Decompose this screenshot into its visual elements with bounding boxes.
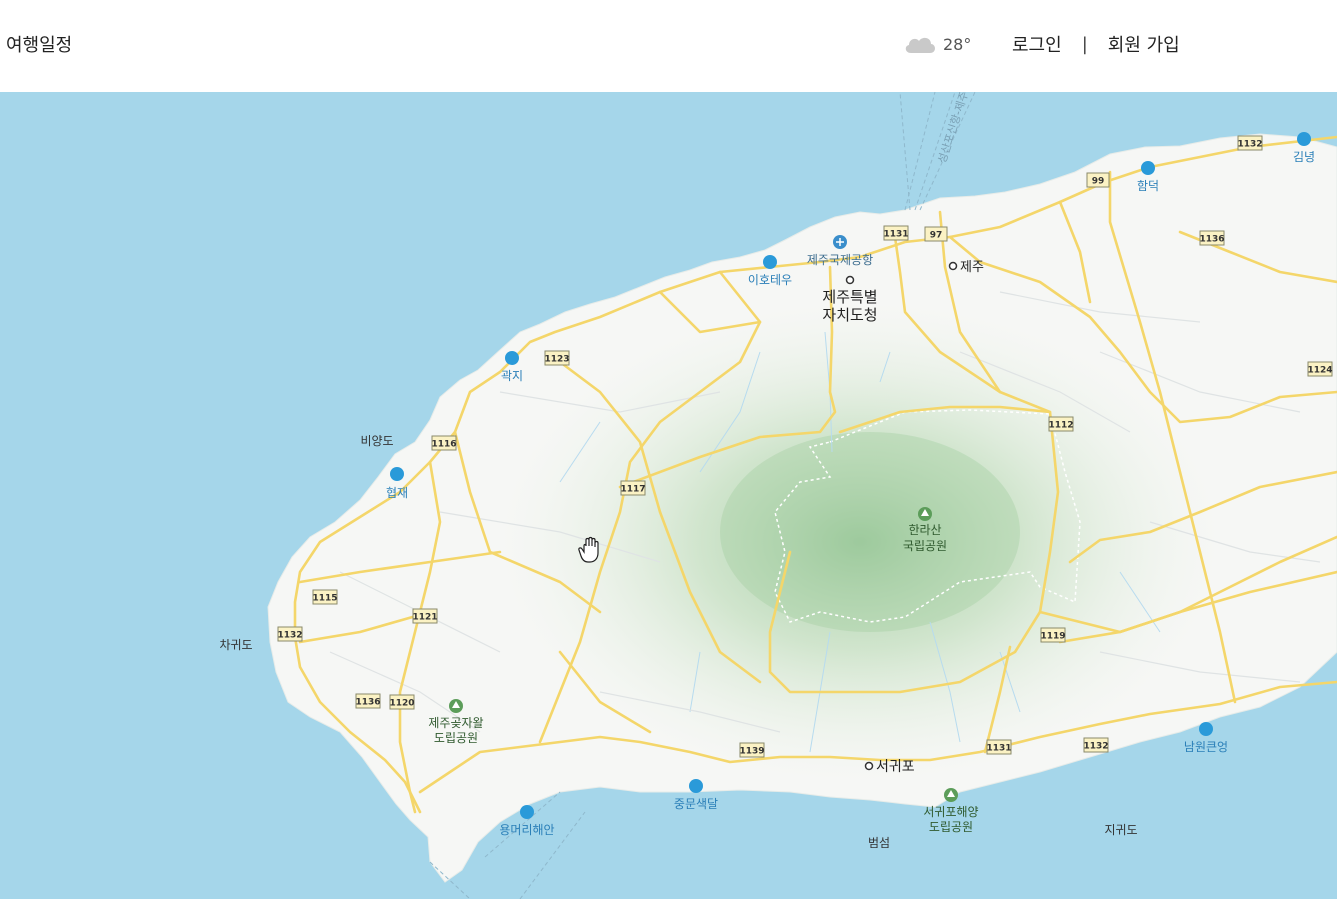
poi-jigwido[interactable]: 지귀도: [1104, 823, 1137, 837]
svg-text:남원큰엉: 남원큰엉: [1184, 740, 1228, 754]
beach-icon: [390, 467, 404, 481]
beach-icon: [505, 351, 519, 365]
svg-text:제주특별: 제주특별: [822, 288, 877, 306]
road-shield-1132-ne: 1132: [1237, 135, 1263, 151]
map-svg: 1131 97 99 1132 1136 1124 1123 1116 1117…: [0, 92, 1337, 899]
poi-beomseom[interactable]: 범섬: [868, 836, 890, 850]
road-shield-1132-s: 1132: [1083, 737, 1109, 753]
road-shield-1136-ne: 1136: [1199, 230, 1225, 246]
road-shield-1121: 1121: [412, 608, 438, 624]
svg-text:차귀도: 차귀도: [219, 638, 252, 652]
svg-text:제주곶자왈: 제주곶자왈: [428, 716, 483, 730]
svg-text:자치도청: 자치도청: [822, 306, 877, 324]
road-shield-97: 97: [924, 226, 948, 242]
poi-chagwido[interactable]: 차귀도: [219, 638, 252, 652]
auth-links: 로그인 | 회원 가입: [1012, 31, 1180, 57]
road-shield-1115: 1115: [312, 589, 338, 605]
svg-text:1131: 1131: [883, 230, 908, 240]
road-shield-1136-sw: 1136: [355, 693, 381, 709]
svg-text:97: 97: [930, 231, 943, 241]
dot-icon: [948, 261, 958, 271]
dot-icon: [864, 761, 874, 771]
svg-text:1139: 1139: [739, 747, 764, 757]
cloud-icon: [905, 37, 935, 53]
brand-title[interactable]: 여행일정: [6, 31, 72, 57]
road-shield-1139: 1139: [739, 742, 765, 758]
beach-icon: [689, 779, 703, 793]
dot-icon: [845, 275, 855, 285]
svg-text:국립공원: 국립공원: [903, 539, 947, 553]
svg-text:비양도: 비양도: [360, 434, 393, 448]
svg-text:용머리해안: 용머리해안: [499, 823, 554, 837]
svg-text:이호테우: 이호테우: [748, 273, 792, 287]
weather-widget: 28°: [903, 30, 971, 58]
svg-text:협재: 협재: [386, 486, 408, 500]
svg-text:한라산: 한라산: [908, 523, 941, 537]
beach-icon: [1141, 161, 1155, 175]
poi-biyangdo[interactable]: 비양도: [360, 434, 393, 448]
road-shield-1112: 1112: [1048, 416, 1074, 432]
svg-text:1112: 1112: [1048, 421, 1073, 431]
svg-text:1136: 1136: [355, 698, 380, 708]
svg-text:중문색달: 중문색달: [674, 797, 718, 811]
svg-text:함덕: 함덕: [1137, 179, 1159, 193]
svg-text:1117: 1117: [620, 485, 645, 495]
road-shield-1116: 1116: [431, 435, 457, 451]
svg-text:도립공원: 도립공원: [434, 731, 478, 745]
map-canvas[interactable]: 1131 97 99 1132 1136 1124 1123 1116 1117…: [0, 92, 1337, 899]
svg-text:서귀포: 서귀포: [876, 759, 915, 775]
svg-text:김녕: 김녕: [1293, 150, 1315, 164]
road-shield-1119: 1119: [1040, 627, 1066, 643]
svg-text:1123: 1123: [544, 355, 569, 365]
svg-text:99: 99: [1092, 177, 1105, 187]
login-link[interactable]: 로그인: [1012, 31, 1062, 57]
svg-text:1116: 1116: [431, 440, 456, 450]
road-shield-1132-w: 1132: [277, 626, 303, 642]
svg-text:제주: 제주: [960, 260, 984, 275]
svg-text:제주국제공항: 제주국제공항: [807, 253, 873, 267]
svg-text:1132: 1132: [1083, 742, 1108, 752]
svg-text:1132: 1132: [1237, 140, 1262, 150]
svg-text:1124: 1124: [1307, 366, 1332, 376]
svg-text:지귀도: 지귀도: [1104, 823, 1137, 837]
auth-separator: |: [1081, 33, 1088, 55]
svg-text:1115: 1115: [312, 594, 337, 604]
road-shield-1131-s: 1131: [986, 739, 1012, 755]
hallasan-core: [720, 432, 1020, 632]
svg-text:1131: 1131: [986, 744, 1011, 754]
road-shield-1117: 1117: [620, 480, 646, 496]
road-shield-1120: 1120: [389, 694, 415, 710]
svg-text:범섬: 범섬: [868, 836, 890, 850]
svg-text:도립공원: 도립공원: [929, 820, 973, 834]
svg-text:1119: 1119: [1040, 632, 1065, 642]
beach-icon: [1199, 722, 1213, 736]
beach-icon: [1297, 132, 1311, 146]
svg-text:1132: 1132: [277, 631, 302, 641]
road-shield-99: 99: [1086, 172, 1110, 188]
road-shield-1131: 1131: [883, 225, 909, 241]
top-header: 여행일정 28° 로그인 | 회원 가입: [0, 0, 1337, 92]
svg-text:곽지: 곽지: [501, 369, 523, 383]
svg-text:1121: 1121: [412, 613, 437, 623]
svg-text:1120: 1120: [389, 699, 414, 709]
road-shield-1123: 1123: [544, 350, 570, 366]
beach-icon: [763, 255, 777, 269]
svg-text:1136: 1136: [1199, 235, 1224, 245]
road-shield-1124: 1124: [1307, 361, 1333, 377]
weather-temp: 28°: [943, 34, 972, 54]
signup-link[interactable]: 회원 가입: [1108, 31, 1180, 57]
svg-text:서귀포해양: 서귀포해양: [923, 805, 978, 819]
beach-icon: [520, 805, 534, 819]
